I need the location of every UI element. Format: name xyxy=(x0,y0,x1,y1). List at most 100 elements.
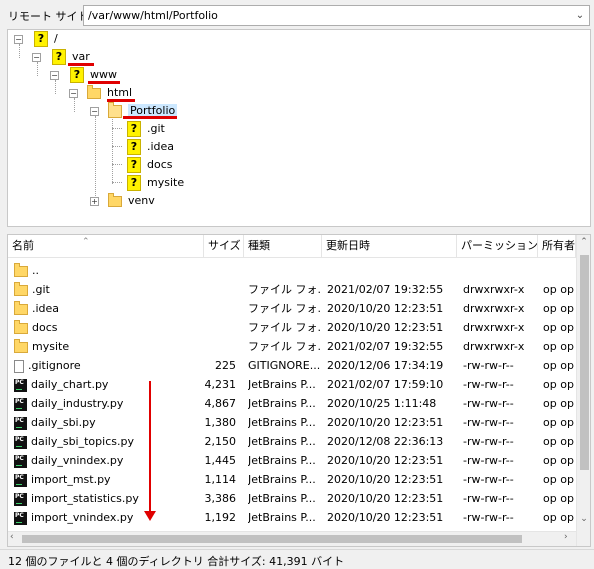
file-row[interactable]: PC daily_industry.py 4,867 JetBrains P... 20… xyxy=(8,394,576,413)
file-size: 1,380 xyxy=(204,416,237,429)
collapse-icon[interactable]: − xyxy=(90,107,99,116)
file-type: JetBrains P... xyxy=(248,416,316,429)
unknown-folder-icon: ? xyxy=(127,157,141,173)
file-owner: op op xyxy=(543,302,574,315)
file-name-cell: PC daily_vnindex.py xyxy=(14,451,200,470)
file-name-cell: .idea xyxy=(14,299,200,318)
file-permissions: -rw-rw-r-- xyxy=(463,378,514,391)
file-owner: op op xyxy=(543,416,574,429)
file-name-cell: PC daily_sbi_topics.py xyxy=(14,432,200,451)
remote-site-label: リモート サイト: xyxy=(8,10,93,23)
file-type: JetBrains P... xyxy=(248,397,316,410)
file-name-cell: .. xyxy=(14,261,200,280)
vertical-scrollbar[interactable]: ⌃ ⌄ xyxy=(576,235,590,546)
file-size: 3,386 xyxy=(204,492,237,505)
unknown-folder-icon: ? xyxy=(127,139,141,155)
column-header-permissions[interactable]: パーミッション xyxy=(457,235,538,257)
tree-node-venv[interactable]: + venv xyxy=(90,192,155,210)
scroll-down-icon[interactable]: ⌄ xyxy=(577,514,590,524)
column-header-name[interactable]: 名前 ⌃ xyxy=(8,235,204,257)
tree-connector xyxy=(112,116,113,184)
file-type: ファイル フォ... xyxy=(248,340,322,353)
file-permissions: drwxrwxr-x xyxy=(463,302,525,315)
file-size: 225 xyxy=(215,359,236,372)
file-owner: op op xyxy=(543,378,574,391)
file-row[interactable]: PC daily_sbi_topics.py 2,150 JetBrains P...… xyxy=(8,432,576,451)
unknown-folder-icon: ? xyxy=(70,67,84,83)
expand-icon[interactable]: + xyxy=(90,197,99,206)
open-folder-icon xyxy=(108,101,122,118)
tree-node-docs[interactable]: ? docs xyxy=(127,156,173,174)
file-row[interactable]: PC import_vnindex.py 1,192 JetBrains P... 20… xyxy=(8,508,576,527)
unknown-folder-icon: ? xyxy=(127,175,141,191)
collapse-icon[interactable]: − xyxy=(69,89,78,98)
folder-icon xyxy=(14,281,28,296)
file-row[interactable]: .git ファイル フォ... 2021/02/07 19:32:55 drwxrwx… xyxy=(8,280,576,299)
file-row[interactable]: PC import_statistics.py 3,386 JetBrains P..… xyxy=(8,489,576,508)
file-owner: op op xyxy=(543,283,574,296)
pycharm-icon: PC xyxy=(14,473,27,487)
file-owner: op op xyxy=(543,359,574,372)
scroll-left-icon[interactable]: ‹ xyxy=(10,532,14,542)
file-type: ファイル フォ... xyxy=(248,302,322,315)
tree-node-git[interactable]: ? .git xyxy=(127,120,165,138)
horizontal-scrollbar[interactable]: ‹ › xyxy=(8,531,576,546)
file-row[interactable]: .idea ファイル フォ... 2020/10/20 12:23:51 drwxrw… xyxy=(8,299,576,318)
file-row[interactable]: .. xyxy=(8,261,576,280)
unknown-folder-icon: ? xyxy=(34,31,48,47)
collapse-icon[interactable]: − xyxy=(50,71,59,80)
file-row[interactable]: PC daily_vnindex.py 1,445 JetBrains P... 202… xyxy=(8,451,576,470)
file-name: daily_chart.py xyxy=(31,378,109,391)
folder-icon xyxy=(14,262,28,277)
file-row[interactable]: PC import_mst.py 1,114 JetBrains P... 2020/1… xyxy=(8,470,576,489)
file-size: 1,114 xyxy=(204,473,237,486)
file-name: mysite xyxy=(32,340,70,353)
unknown-folder-icon: ? xyxy=(52,49,66,65)
chevron-down-icon[interactable]: ⌄ xyxy=(573,8,587,23)
pycharm-icon: PC xyxy=(14,397,27,411)
file-row[interactable]: .gitignore 225 GITIGNORE... 2020/12/06 17:3… xyxy=(8,356,576,375)
column-header-size[interactable]: サイズ xyxy=(204,235,244,257)
tree-node-root[interactable]: − ? / xyxy=(14,30,58,48)
file-name-cell: PC daily_industry.py xyxy=(14,394,200,413)
tree-node-idea[interactable]: ? .idea xyxy=(127,138,174,156)
file-owner: op op xyxy=(543,397,574,410)
tree-connector xyxy=(112,164,122,165)
file-row[interactable]: mysite ファイル フォ... 2021/02/07 19:32:55 drwxr… xyxy=(8,337,576,356)
file-modified: 2020/12/08 22:36:13 xyxy=(327,435,444,448)
scroll-thumb[interactable] xyxy=(580,255,589,470)
remote-path-value[interactable]: /var/www/html/Portfolio xyxy=(88,9,218,22)
column-header-type[interactable]: 種類 xyxy=(244,235,322,257)
file-permissions: -rw-rw-r-- xyxy=(463,416,514,429)
tree-connector xyxy=(95,116,96,202)
tree-node-mysite[interactable]: ? mysite xyxy=(127,174,184,192)
file-modified: 2020/12/06 17:34:19 xyxy=(327,359,444,372)
scroll-right-icon[interactable]: › xyxy=(564,532,568,542)
file-type: JetBrains P... xyxy=(248,511,316,524)
tree-connector xyxy=(112,146,122,147)
scroll-up-icon[interactable]: ⌃ xyxy=(577,237,590,247)
file-name: .gitignore xyxy=(28,359,81,372)
remote-path-input[interactable]: /var/www/html/Portfolio ⌄ xyxy=(83,5,590,26)
file-type: JetBrains P... xyxy=(248,378,316,391)
tree-connector xyxy=(112,182,122,183)
file-size: 2,150 xyxy=(204,435,237,448)
file-type: JetBrains P... xyxy=(248,473,316,486)
file-row[interactable]: PC daily_sbi.py 1,380 JetBrains P... 2020/10… xyxy=(8,413,576,432)
file-name-cell: PC daily_sbi.py xyxy=(14,413,200,432)
collapse-icon[interactable]: − xyxy=(14,35,23,44)
file-size: 4,867 xyxy=(204,397,237,410)
file-modified: 2021/02/07 19:32:55 xyxy=(327,340,444,353)
file-permissions: -rw-rw-r-- xyxy=(463,492,514,505)
scroll-thumb-horizontal[interactable] xyxy=(22,535,522,543)
file-name: import_mst.py xyxy=(31,473,111,486)
file-row[interactable]: PC daily_chart.py 4,231 JetBrains P... 2021/… xyxy=(8,375,576,394)
column-header-owner[interactable]: 所有者 xyxy=(538,235,576,257)
pycharm-icon: PC xyxy=(14,492,27,506)
collapse-icon[interactable]: − xyxy=(32,53,41,62)
file-row[interactable]: docs ファイル フォ... 2020/10/20 12:23:51 drwxrwx… xyxy=(8,318,576,337)
column-header-date[interactable]: 更新日時 xyxy=(322,235,457,257)
file-size: 4,231 xyxy=(204,378,237,391)
file-type: GITIGNORE... xyxy=(248,359,321,372)
pycharm-icon: PC xyxy=(14,435,27,449)
